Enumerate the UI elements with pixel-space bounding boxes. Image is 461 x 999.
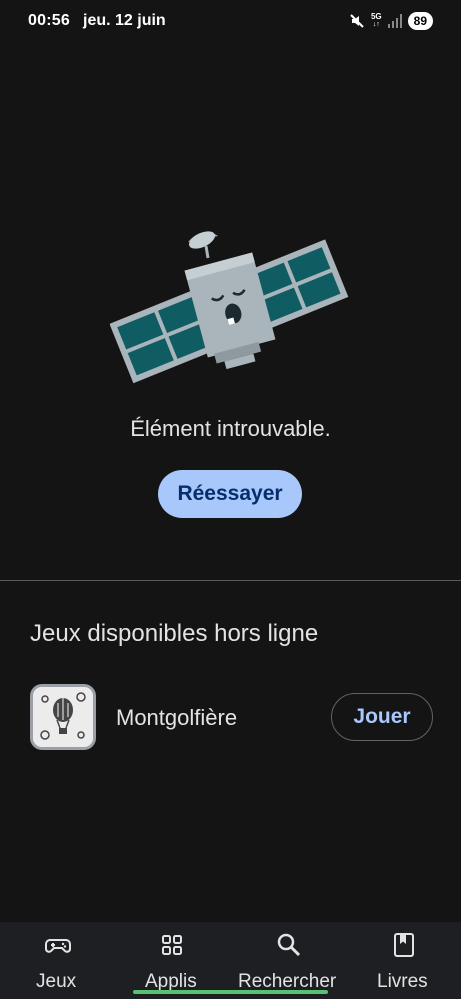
signal-icon <box>387 14 402 28</box>
status-bar: 00:56 jeu. 12 juin 5G ↓↑ 89 <box>0 0 461 42</box>
bottom-navigation: Jeux Applis Rechercher Livres <box>0 922 461 999</box>
battery-icon: 89 <box>407 12 433 30</box>
section-divider <box>0 580 461 581</box>
mute-icon <box>350 14 364 28</box>
nav-label-jeux: Jeux <box>36 971 77 992</box>
bookmark-book-icon <box>394 933 414 957</box>
hot-air-balloon-icon[interactable] <box>30 684 96 750</box>
status-time: 00:56 <box>28 12 70 29</box>
sleeping-satellite-illustration <box>110 231 349 384</box>
play-button[interactable]: Jouer <box>331 693 433 741</box>
status-date: jeu. 12 juin <box>83 12 166 29</box>
retry-button[interactable]: Réessayer <box>158 470 302 518</box>
game-row[interactable]: Montgolfière Jouer <box>0 680 461 754</box>
home-indicator <box>133 990 328 994</box>
nav-item-livres[interactable]: Livres <box>370 922 438 999</box>
nav-label-livres: Livres <box>377 971 428 992</box>
game-name: Montgolfière <box>116 705 238 730</box>
gamepad-icon <box>45 939 71 953</box>
status-icons: 5G ↓↑ 89 <box>349 10 433 32</box>
5g-icon: 5G ↓↑ <box>370 12 382 29</box>
apps-grid-icon <box>162 935 182 955</box>
nav-item-jeux[interactable]: Jeux <box>22 922 94 999</box>
nav-item-rechercher[interactable]: Rechercher <box>232 922 346 999</box>
search-icon <box>277 933 301 957</box>
offline-games-title: Jeux disponibles hors ligne <box>30 620 319 647</box>
error-message: Élément introuvable. <box>130 416 331 441</box>
nav-item-applis[interactable]: Applis <box>130 922 214 999</box>
network-type: 5G <box>370 12 382 21</box>
